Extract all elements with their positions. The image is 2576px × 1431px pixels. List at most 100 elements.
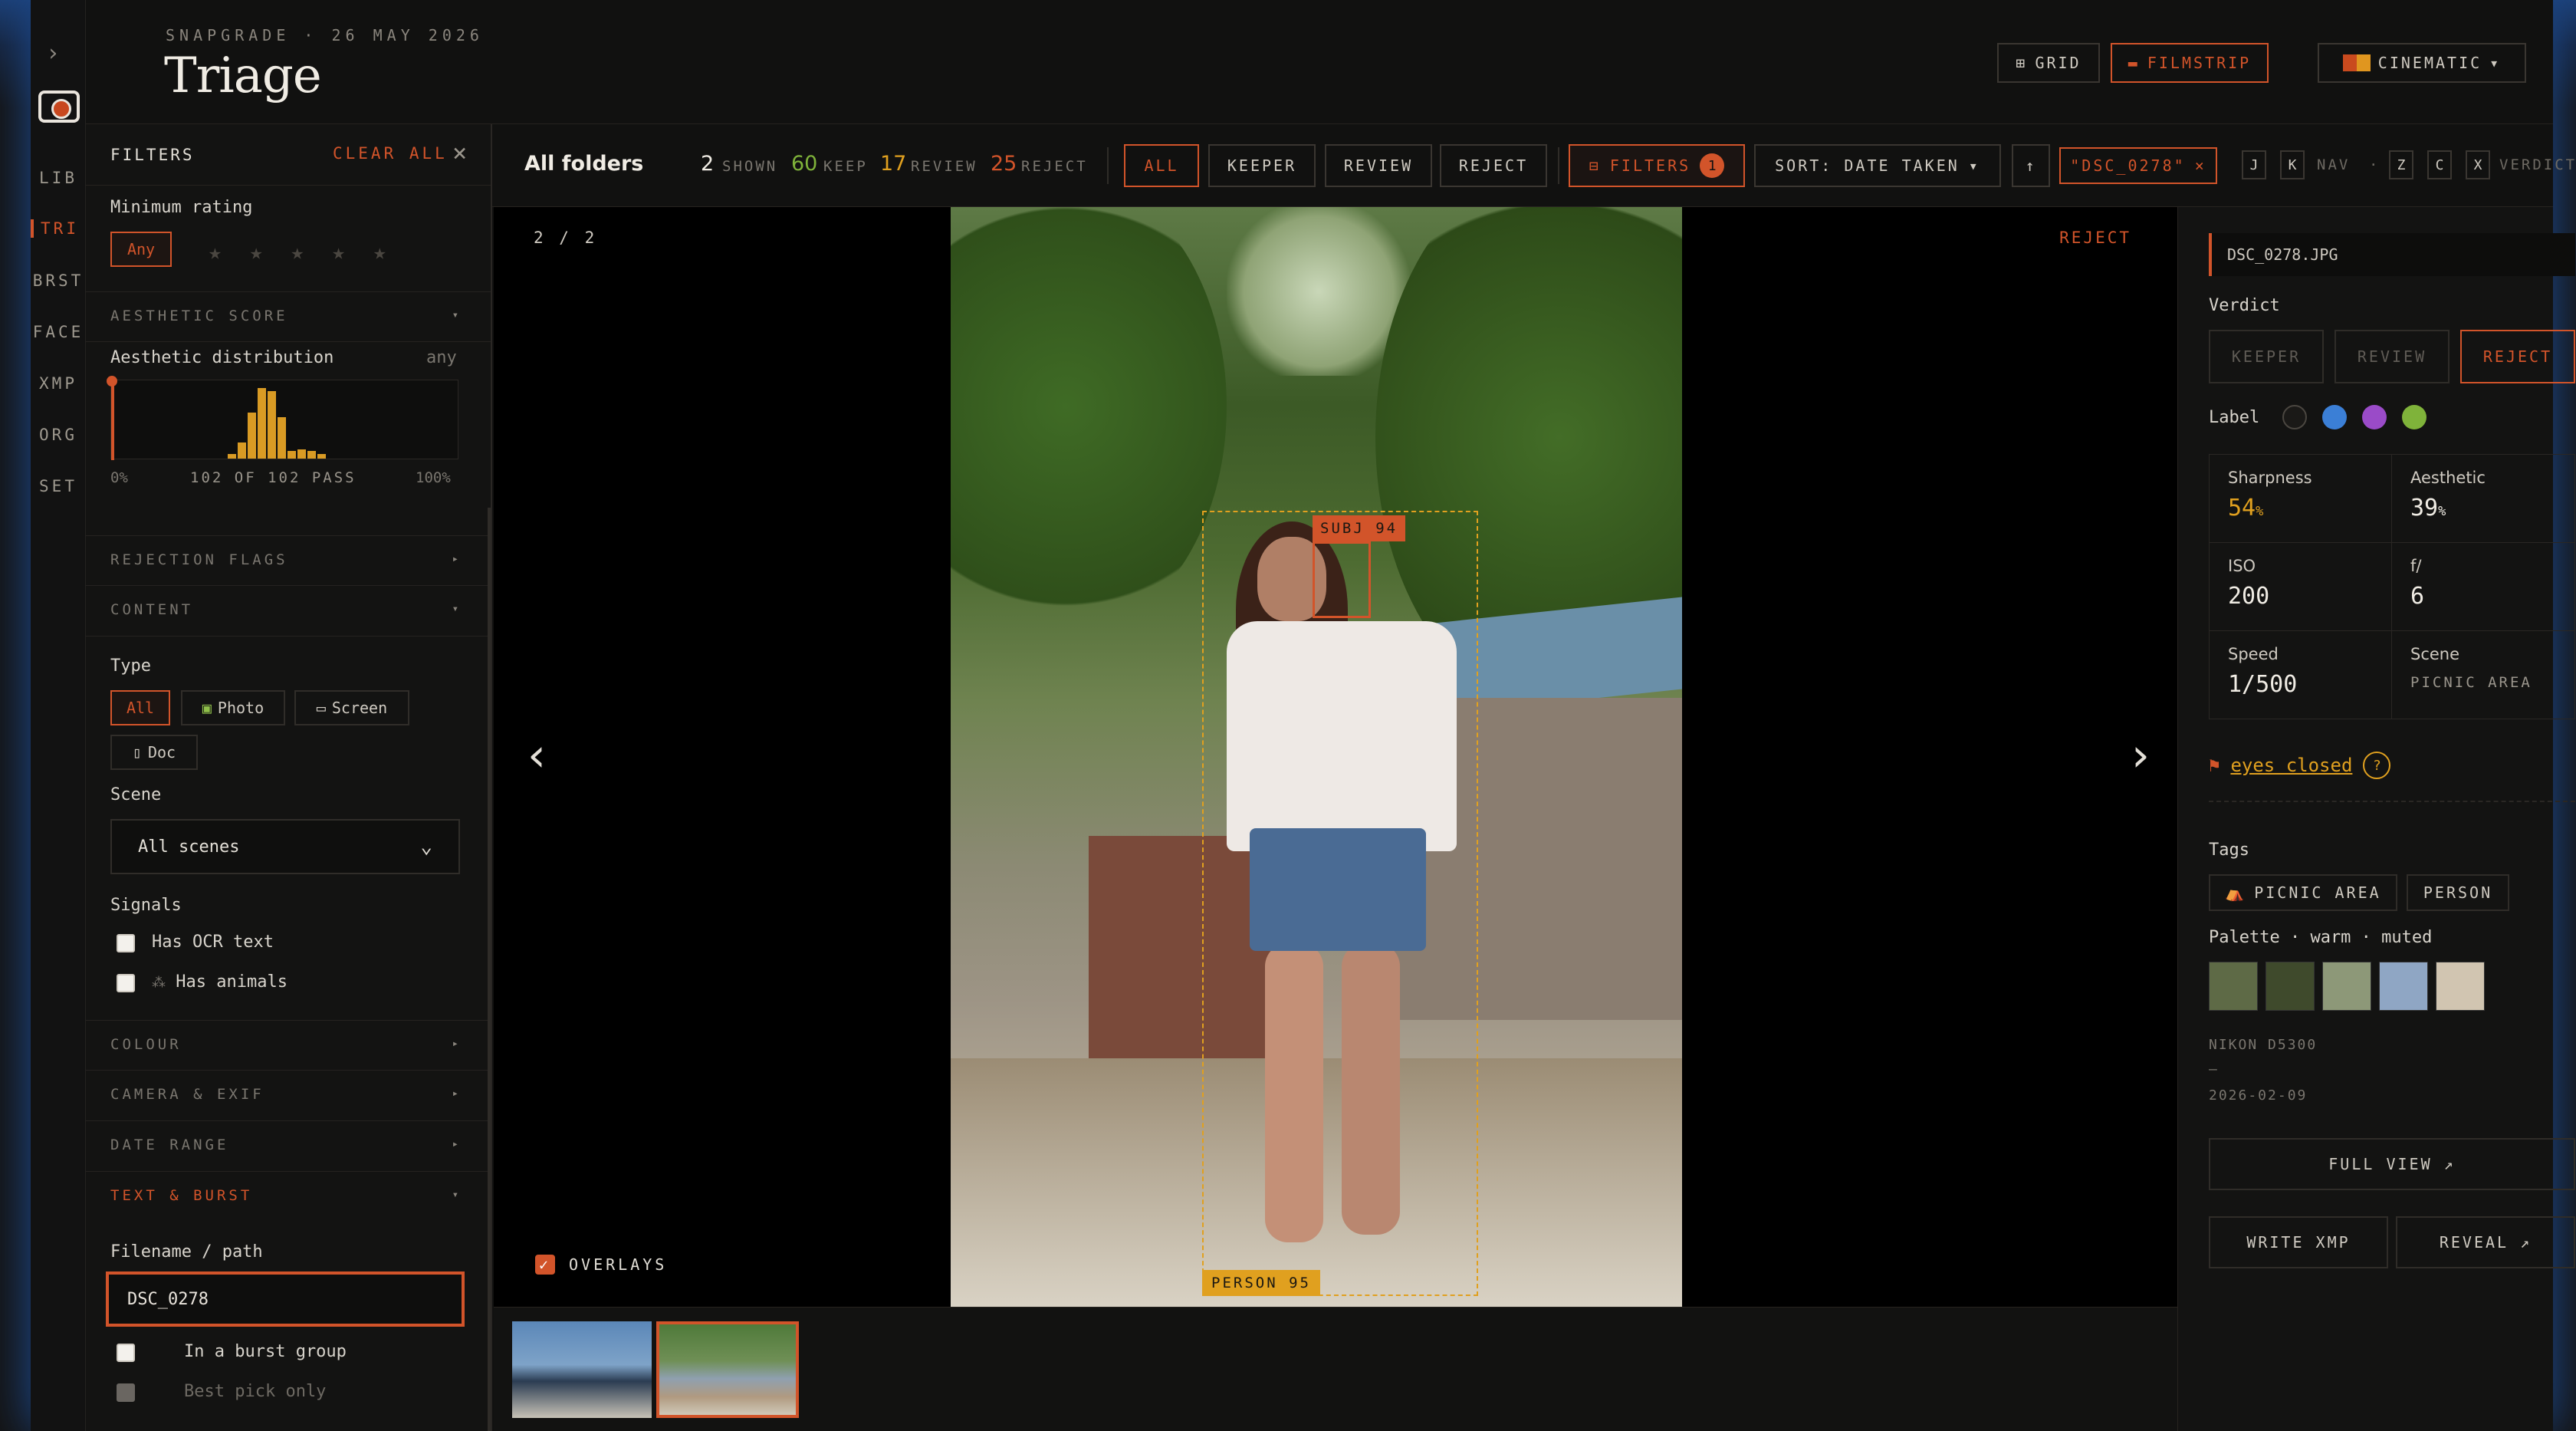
reveal-button[interactable]: REVEAL ↗: [2396, 1216, 2575, 1268]
rail-item-tri[interactable]: TRI: [31, 219, 86, 238]
type-doc-chip[interactable]: ▯ Doc: [110, 735, 198, 770]
overlays-toggle[interactable]: ✓ OVERLAYS: [535, 1255, 667, 1275]
exif-stats-grid: Sharpness 54% Aesthetic 39% ISO 200 f/ 6…: [2209, 454, 2575, 719]
verdict-hint-label: VERDICT: [2499, 156, 2576, 173]
palette-swatch[interactable]: [2322, 962, 2371, 1011]
section-colour[interactable]: COLOUR ▸: [86, 1020, 491, 1071]
histogram-bar: [297, 449, 306, 459]
filmstrip-thumb-2[interactable]: [656, 1321, 799, 1418]
close-icon[interactable]: ×: [2195, 156, 2206, 175]
histogram-bar: [248, 413, 256, 459]
rail-item-lib[interactable]: LIB: [31, 169, 86, 187]
section-text-burst[interactable]: TEXT & BURST ▾: [86, 1172, 491, 1222]
filmstrip-thumb-1[interactable]: [512, 1321, 652, 1418]
palette-swatch[interactable]: [2436, 962, 2485, 1011]
label-purple-swatch[interactable]: [2362, 405, 2387, 429]
toolbar-divider: [1558, 147, 1559, 184]
section-content[interactable]: CONTENT ▾: [86, 586, 491, 637]
main-photo[interactable]: PERSON 95 SUBJ 94: [951, 207, 1682, 1307]
rail-item-xmp[interactable]: XMP: [31, 374, 86, 393]
query-chip[interactable]: "DSC_0278" ×: [2059, 147, 2217, 184]
filters-header: FILTERS CLEAR ALL ×: [86, 124, 491, 186]
histogram-bar: [238, 442, 246, 459]
speed-label: Speed: [2228, 645, 2279, 663]
tag-picnic-area[interactable]: ⛺ PICNIC AREA: [2209, 874, 2397, 911]
rail-item-brst[interactable]: BRST: [31, 271, 86, 290]
ocr-label: Has OCR text: [152, 933, 274, 952]
write-xmp-button[interactable]: WRITE XMP: [2209, 1216, 2388, 1268]
type-screen-chip[interactable]: ▭ Screen: [294, 690, 409, 725]
cinematic-theme-dropdown[interactable]: CINEMATIC ▾: [2318, 43, 2526, 83]
tag-person[interactable]: PERSON: [2407, 874, 2509, 911]
section-date-range[interactable]: DATE RANGE ▸: [86, 1121, 491, 1172]
burst-checkbox[interactable]: [117, 1344, 135, 1362]
face-box-label: SUBJ 94: [1313, 515, 1406, 541]
histogram-min-handle[interactable]: [107, 376, 117, 460]
sort-direction-button[interactable]: ↑: [2012, 144, 2050, 187]
tags-label: Tags: [2209, 841, 2249, 860]
best-pick-label: Best pick only: [184, 1382, 327, 1401]
label-blue-swatch[interactable]: [2322, 405, 2347, 429]
prev-image-button[interactable]: ‹: [527, 729, 546, 782]
verdict-review-button[interactable]: REVIEW: [2334, 330, 2450, 383]
person-box-label: PERSON 95: [1202, 1270, 1320, 1296]
filters-panel: FILTERS CLEAR ALL × Minimum rating Any ★…: [86, 124, 492, 1431]
ocr-checkbox[interactable]: [117, 934, 135, 952]
type-all-chip[interactable]: All: [110, 690, 170, 725]
detail-filename: DSC_0278.JPG: [2209, 233, 2575, 276]
grid-view-button[interactable]: ⊞ GRID: [1997, 43, 2100, 83]
sort-dropdown[interactable]: SORT: DATE TAKEN ▾: [1754, 144, 2001, 187]
image-viewer: 2 / 2 REJECT ‹ › PERSON 95 SUBJ 94 ✓ OVE…: [494, 207, 2177, 1307]
aesthetic-histogram[interactable]: [107, 376, 458, 460]
signals-label: Signals: [110, 896, 182, 915]
rail-item-set[interactable]: SET: [31, 477, 86, 495]
histogram-bar: [268, 391, 276, 459]
histogram-bar: [228, 454, 236, 459]
rail-item-org[interactable]: ORG: [31, 426, 86, 444]
rating-any-button[interactable]: Any: [110, 232, 172, 267]
palette-swatch[interactable]: [2266, 962, 2315, 1011]
label-green-swatch[interactable]: [2402, 405, 2426, 429]
aesthetic-dist-value: any: [426, 348, 457, 367]
filter-review-button[interactable]: REVIEW: [1325, 144, 1432, 187]
photo-tree-left: [951, 207, 1227, 637]
animals-checkbox[interactable]: [117, 974, 135, 992]
reject-label: REJECT: [1021, 158, 1088, 175]
overlays-checkbox[interactable]: ✓: [535, 1255, 555, 1275]
section-aesthetic-score[interactable]: AESTHETIC SCORE ▾: [86, 291, 491, 342]
key-x: X: [2466, 150, 2490, 179]
flag-text[interactable]: eyes closed: [2230, 755, 2352, 776]
section-rejection-flags[interactable]: REJECTION FLAGS ▸: [86, 535, 491, 586]
filename-input[interactable]: DSC_0278: [106, 1271, 465, 1327]
filter-all-button[interactable]: ALL: [1124, 144, 1199, 187]
expand-rail-icon[interactable]: ›: [46, 40, 60, 67]
clear-all-button[interactable]: CLEAR ALL: [333, 144, 448, 163]
rating-stars[interactable]: ★ ★ ★ ★ ★: [209, 239, 394, 265]
review-label: REVIEW: [911, 158, 978, 175]
filter-keeper-button[interactable]: KEEPER: [1208, 144, 1316, 187]
palette-swatch[interactable]: [2379, 962, 2428, 1011]
best-pick-checkbox[interactable]: [117, 1383, 135, 1402]
filters-toggle-button[interactable]: ⊟ FILTERS 1: [1569, 144, 1745, 187]
chevron-right-icon: ▸: [452, 1087, 458, 1100]
next-image-button[interactable]: ›: [2131, 729, 2150, 782]
filters-scrollbar[interactable]: [488, 508, 491, 1431]
toolbar-divider: [1107, 147, 1109, 184]
verdict-keeper-button[interactable]: KEEPER: [2209, 330, 2324, 383]
close-icon[interactable]: ×: [452, 138, 467, 167]
filter-reject-button[interactable]: REJECT: [1440, 144, 1547, 187]
type-photo-chip[interactable]: ▣ Photo: [181, 690, 285, 725]
chevron-right-icon: ▸: [452, 553, 458, 565]
filmstrip-view-button[interactable]: ▬ FILMSTRIP: [2111, 43, 2269, 83]
label-none-swatch[interactable]: [2282, 405, 2307, 429]
tent-icon: ⛺: [2225, 883, 2247, 902]
histogram-bar: [317, 454, 326, 459]
histogram-min-handle-dot[interactable]: [107, 376, 117, 387]
rail-item-face[interactable]: FACE: [31, 323, 86, 341]
verdict-reject-button[interactable]: REJECT: [2460, 330, 2575, 383]
help-icon[interactable]: ?: [2363, 752, 2391, 779]
section-camera-exif[interactable]: CAMERA & EXIF ▸: [86, 1071, 491, 1121]
scene-select[interactable]: All scenes ⌄: [110, 819, 460, 874]
full-view-button[interactable]: FULL VIEW ↗: [2209, 1138, 2575, 1190]
palette-swatch[interactable]: [2209, 962, 2258, 1011]
